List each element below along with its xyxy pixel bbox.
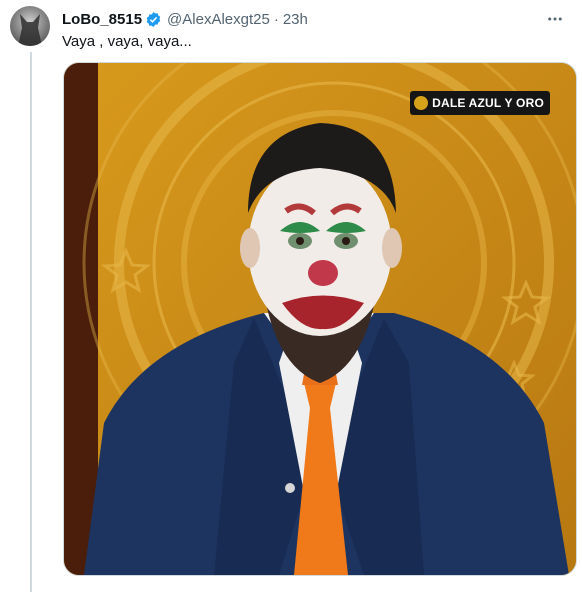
verified-badge-icon <box>145 11 162 28</box>
watermark-badge: DALE AZUL Y ORO <box>410 91 550 115</box>
more-options-icon[interactable] <box>542 6 568 32</box>
thread-line <box>30 52 32 592</box>
avatar[interactable] <box>10 6 50 46</box>
tweet-header: LoBo_8515 @AlexAlexgt25 · 23h <box>62 8 568 30</box>
tweet-text: Vaya , vaya, vaya... <box>62 33 192 50</box>
watermark-text: DALE AZUL Y ORO <box>432 96 544 110</box>
timestamp[interactable]: 23h <box>283 11 308 28</box>
wolf-avatar-image <box>18 14 42 46</box>
display-name[interactable]: LoBo_8515 <box>62 11 142 28</box>
user-handle[interactable]: @AlexAlexgt25 <box>167 11 270 28</box>
tweet-media-image[interactable]: DALE AZUL Y ORO <box>63 62 577 576</box>
watermark-logo-icon <box>414 96 429 110</box>
separator-dot: · <box>273 10 279 28</box>
clown-anchor-photo <box>64 63 576 575</box>
